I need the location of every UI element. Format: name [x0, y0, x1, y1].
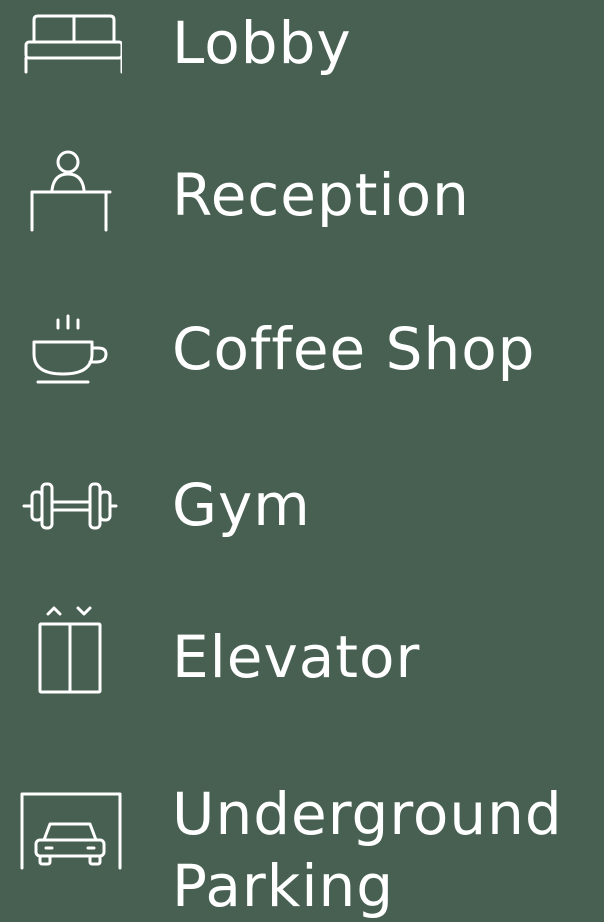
amenity-label: Reception: [172, 161, 470, 229]
amenity-item-gym: Gym: [0, 460, 604, 550]
amenity-list: Lobby Reception Coffee Shop Gym Elevator…: [0, 0, 604, 922]
dumbbell-icon: [18, 460, 122, 550]
elevator-icon: [18, 604, 122, 694]
amenity-item-reception: Reception: [0, 140, 604, 240]
reception-desk-icon: [18, 144, 122, 234]
amenity-label: Underground Parking: [172, 780, 563, 920]
amenity-item-lobby: Lobby: [0, 0, 604, 90]
amenity-item-coffee-shop: Coffee Shop: [0, 300, 604, 395]
garage-car-icon: [18, 782, 122, 872]
amenity-label: Coffee Shop: [172, 315, 536, 383]
amenity-label: Elevator: [172, 623, 421, 691]
coffee-cup-icon: [18, 306, 122, 396]
amenity-label: Gym: [172, 471, 311, 539]
amenity-item-underground-parking: Underground Parking: [0, 780, 604, 922]
amenity-item-elevator: Elevator: [0, 602, 604, 702]
amenity-label: Lobby: [172, 9, 352, 77]
sofa-icon: [18, 2, 122, 92]
